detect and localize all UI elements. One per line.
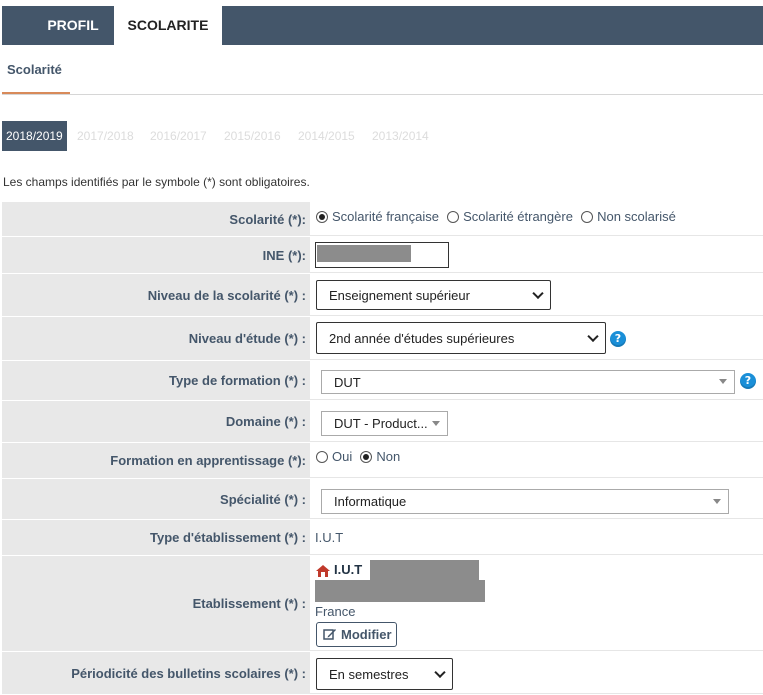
field-value: Enseignement supérieur (310, 274, 763, 316)
field-label: INE (*): (2, 237, 310, 273)
field-value: Scolarité française Scolarité étrangère … (310, 202, 763, 236)
radio-non-scolarise[interactable] (581, 211, 594, 223)
field-value: I.U.T France Modifier (310, 556, 763, 651)
radio-scolarite-etrangere[interactable] (447, 211, 460, 223)
field-value: Oui Non (310, 443, 763, 478)
edit-icon (323, 629, 336, 640)
specialite-combobox[interactable]: Informatique (321, 489, 729, 514)
radio-label: Scolarité étrangère (463, 209, 573, 224)
field-value: DUT ? (310, 361, 763, 400)
year-tab[interactable]: 2015/2016 (224, 121, 281, 151)
row-type-formation: Type de formation (*) : DUT ? (2, 361, 763, 401)
radio-apprentissage-oui[interactable] (316, 451, 328, 463)
field-label: Périodicité des bulletins scolaires (*) … (2, 652, 310, 694)
tab-scolarite[interactable]: SCOLARITE (114, 6, 222, 45)
combobox-value: DUT (334, 374, 361, 390)
radio-label: Non (376, 449, 401, 464)
dropdown-arrow-icon (719, 379, 727, 384)
row-specialite: Spécialité (*) : Informatique (2, 479, 763, 520)
combobox-value: Informatique (334, 494, 407, 509)
row-niveau-etude: Niveau d'étude (*) : 2nd année d'études … (2, 317, 763, 361)
field-label: Domaine (*) : (2, 401, 310, 442)
year-tab[interactable]: 2014/2015 (298, 121, 355, 151)
dropdown-arrow-icon (432, 420, 440, 426)
etablissement-country: France (315, 604, 356, 619)
type-etablissement-value: I.U.T (315, 530, 344, 545)
chevron-down-icon (434, 666, 446, 679)
year-tab[interactable]: 2018/2019 (2, 121, 67, 151)
type-formation-combobox[interactable]: DUT (321, 370, 735, 394)
radio-label: Oui (332, 449, 353, 464)
row-ine: INE (*): (2, 237, 763, 274)
field-value: Informatique (310, 479, 763, 519)
divider (2, 94, 763, 95)
redacted-value (315, 580, 485, 602)
niveau-scolarite-select[interactable]: Enseignement supérieur (316, 280, 551, 310)
row-apprentissage: Formation en apprentissage (*): Oui Non (2, 443, 763, 479)
year-tab[interactable]: 2016/2017 (150, 121, 207, 151)
field-label: Etablissement (*) : (2, 556, 310, 651)
mandatory-notice: Les champs identifiés par le symbole (*)… (3, 175, 310, 189)
field-label: Spécialité (*) : (2, 479, 310, 519)
help-icon[interactable]: ? (740, 373, 756, 389)
redacted-value (370, 560, 479, 580)
etablissement-name: I.U.T (334, 562, 363, 577)
field-value: DUT - Product... (310, 401, 763, 442)
row-periodicite: Périodicité des bulletins scolaires (*) … (2, 652, 763, 695)
chevron-down-icon (587, 330, 599, 343)
redacted-value (317, 245, 411, 262)
subtab-scolarite[interactable]: Scolarité (7, 62, 62, 77)
field-label: Formation en apprentissage (*): (2, 443, 310, 478)
field-label: Type d'établissement (*) : (2, 520, 310, 555)
home-icon (316, 565, 330, 577)
row-domaine: Domaine (*) : DUT - Product... (2, 401, 763, 443)
tab-profil[interactable]: PROFIL (32, 6, 114, 45)
field-label: Niveau d'étude (*) : (2, 317, 310, 360)
field-value: 2nd année d'études supérieures ? (310, 317, 763, 360)
year-tab[interactable]: 2013/2014 (372, 121, 429, 151)
select-value: 2nd année d'études supérieures (329, 330, 515, 346)
field-value (310, 237, 763, 273)
field-label: Niveau de la scolarité (*) : (2, 274, 310, 316)
combobox-value: DUT - Product... (334, 416, 428, 431)
dropdown-arrow-icon (713, 498, 721, 504)
field-value: En semestres (310, 652, 763, 694)
select-value: Enseignement supérieur (329, 287, 470, 303)
row-scolarite: Scolarité (*): Scolarité française Scola… (2, 202, 763, 237)
radio-label: Scolarité française (332, 209, 439, 224)
periodicite-select[interactable]: En semestres (316, 658, 453, 690)
row-type-etablissement: Type d'établissement (*) : I.U.T (2, 520, 763, 556)
modifier-button-label: Modifier (341, 627, 392, 642)
modifier-button[interactable]: Modifier (316, 622, 397, 647)
field-label: Scolarité (*): (2, 202, 310, 236)
ine-input[interactable] (315, 242, 449, 268)
row-niveau-scolarite: Niveau de la scolarité (*) : Enseignemen… (2, 274, 763, 317)
select-value: En semestres (329, 666, 409, 682)
niveau-etude-select[interactable]: 2nd année d'études supérieures (316, 322, 606, 354)
help-icon[interactable]: ? (610, 331, 626, 347)
domaine-combobox[interactable]: DUT - Product... (321, 411, 448, 436)
chevron-down-icon (532, 287, 544, 300)
row-etablissement: Etablissement (*) : I.U.T France Modifie… (2, 556, 763, 652)
year-tab[interactable]: 2017/2018 (77, 121, 134, 151)
radio-scolarite-francaise[interactable] (316, 211, 328, 223)
top-nav-bar: PROFIL SCOLARITE (2, 6, 763, 45)
field-value: I.U.T (310, 520, 763, 555)
radio-apprentissage-non[interactable] (360, 451, 373, 463)
radio-label: Non scolarisé (597, 209, 676, 224)
field-label: Type de formation (*) : (2, 361, 310, 400)
